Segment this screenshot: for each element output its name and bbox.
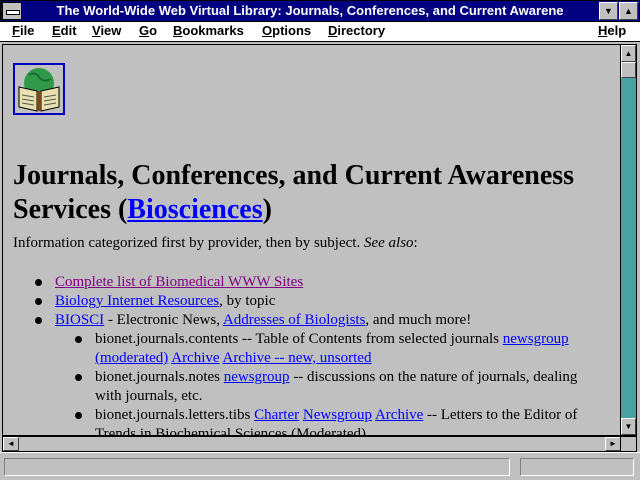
- status-message: [4, 458, 510, 476]
- title-bar: The World-Wide Web Virtual Library: Jour…: [0, 0, 640, 22]
- window-title: The World-Wide Web Virtual Library: Jour…: [56, 3, 564, 18]
- biology-resources-link[interactable]: Biology Internet Resources: [55, 293, 219, 309]
- vertical-scrollbar[interactable]: ▲ ▼: [620, 44, 637, 436]
- vertical-scroll-track[interactable]: [621, 62, 636, 420]
- page-heading: Journals, Conferences, and Current Aware…: [13, 160, 575, 225]
- minimize-button[interactable]: ▼: [599, 2, 618, 20]
- menu-view[interactable]: View: [92, 23, 121, 38]
- menu-bookmarks[interactable]: Bookmarks: [173, 23, 244, 38]
- horizontal-scrollbar[interactable]: ◄ ►: [2, 436, 622, 452]
- menu-edit[interactable]: Edit: [52, 23, 77, 38]
- tibs-newsgroup-link[interactable]: Newsgroup: [303, 407, 372, 423]
- menu-directory[interactable]: Directory: [328, 23, 385, 38]
- status-bar: [0, 452, 640, 480]
- maximize-button[interactable]: ▲: [619, 2, 638, 20]
- list-item: Biology Internet Resources, by topic: [35, 292, 615, 311]
- progress-indicator: [520, 458, 634, 476]
- biosciences-link[interactable]: Biosciences: [127, 194, 262, 225]
- list-item: BIOSCI - Electronic News, Addresses of B…: [35, 311, 615, 435]
- menu-bar: File Edit View Go Bookmarks Options Dire…: [0, 22, 640, 42]
- vertical-scroll-thumb[interactable]: [621, 62, 636, 78]
- list-item: bionet.journals.contents -- Table of Con…: [75, 330, 595, 368]
- document-view[interactable]: Journals, Conferences, and Current Aware…: [2, 44, 622, 436]
- scrollbar-corner: [620, 436, 637, 452]
- menu-options[interactable]: Options: [262, 23, 311, 38]
- biosci-link[interactable]: BIOSCI: [55, 312, 104, 328]
- biosci-sublist: bionet.journals.contents -- Table of Con…: [75, 330, 595, 435]
- virtual-library-book-icon: [13, 63, 65, 115]
- scroll-right-button[interactable]: ►: [605, 437, 621, 451]
- intro-text: Information categorized first by provide…: [13, 235, 418, 251]
- notes-newsgroup-link[interactable]: newsgroup: [224, 369, 290, 385]
- tibs-charter-link[interactable]: Charter: [254, 407, 299, 423]
- system-menu-icon[interactable]: [2, 2, 22, 20]
- menu-go[interactable]: Go: [139, 23, 157, 38]
- menu-file[interactable]: File: [12, 23, 34, 38]
- scroll-left-button[interactable]: ◄: [3, 437, 19, 451]
- list-item: bionet.journals.notes newsgroup -- discu…: [75, 368, 595, 406]
- scroll-up-button[interactable]: ▲: [621, 45, 636, 62]
- menu-help[interactable]: Help: [598, 23, 626, 38]
- biomedical-sites-link[interactable]: Complete list of Biomedical WWW Sites: [55, 274, 303, 290]
- tibs-archive-link[interactable]: Archive: [375, 407, 423, 423]
- scroll-down-button[interactable]: ▼: [621, 418, 636, 435]
- list-item: bionet.journals.letters.tibs Charter New…: [75, 406, 595, 435]
- list-item: Complete list of Biomedical WWW Sites: [35, 273, 615, 292]
- contents-archive-new-link[interactable]: Archive -- new, unsorted: [222, 350, 371, 366]
- resource-list: Complete list of Biomedical WWW Sites Bi…: [35, 273, 615, 435]
- addresses-of-biologists-link[interactable]: Addresses of Biologists: [223, 312, 366, 328]
- contents-archive-link[interactable]: Archive: [171, 350, 219, 366]
